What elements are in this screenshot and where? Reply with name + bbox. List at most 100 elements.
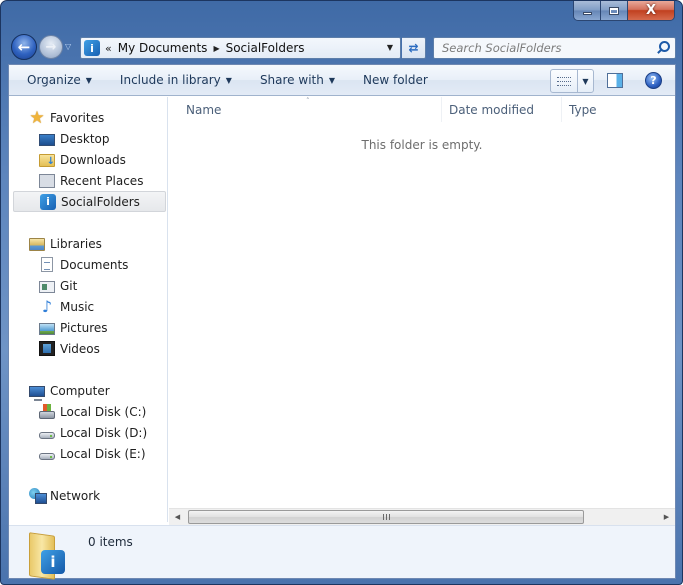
- minimize-button[interactable]: [574, 1, 601, 20]
- nav-item-pictures[interactable]: Pictures: [9, 317, 108, 338]
- downloads-icon: ↓: [39, 154, 55, 167]
- scroll-left-icon: ◀: [174, 513, 181, 521]
- file-list[interactable]: Name ˄ Date modified Type This folder is…: [169, 97, 675, 522]
- nav-network[interactable]: Network: [9, 485, 100, 506]
- maximize-icon: [609, 6, 619, 15]
- chevron-down-icon: ▼: [225, 75, 232, 85]
- column-type-label: Type: [569, 102, 597, 117]
- address-dropdown-button[interactable]: ▼: [384, 41, 396, 55]
- hard-disk-icon: [39, 432, 55, 439]
- breadcrumb-socialfolders[interactable]: SocialFolders: [226, 41, 305, 55]
- nav-label: Recent Places: [60, 173, 144, 188]
- nav-label: Favorites: [50, 110, 105, 125]
- nav-label: Local Disk (C:): [60, 404, 147, 419]
- nav-label: SocialFolders: [61, 194, 140, 209]
- item-count: 0 items: [88, 535, 133, 549]
- star-icon: ★: [29, 107, 45, 128]
- socialfolders-icon: i: [40, 193, 56, 210]
- new-folder-label: New folder: [363, 73, 428, 87]
- recent-pages-button[interactable]: ▽: [65, 42, 75, 52]
- forward-button[interactable]: →: [39, 35, 63, 59]
- minimize-icon: [582, 12, 592, 15]
- nav-item-desktop[interactable]: Desktop: [9, 128, 110, 149]
- hard-disk-icon: [39, 453, 55, 460]
- nav-libraries[interactable]: Libraries: [9, 233, 102, 254]
- git-library-icon: [39, 280, 55, 293]
- help-button[interactable]: ?: [645, 72, 662, 89]
- nav-label: Git: [60, 278, 78, 293]
- forward-arrow-icon: →: [45, 39, 57, 55]
- scroll-right-button[interactable]: ▶: [658, 509, 675, 525]
- column-date-label: Date modified: [449, 102, 535, 117]
- scrollbar-thumb[interactable]: [188, 510, 584, 524]
- sort-ascending-icon: ˄: [306, 97, 310, 105]
- chevron-down-icon: ▽: [65, 42, 72, 51]
- socialfolders-glyph: i: [50, 553, 56, 571]
- scroll-right-icon: ▶: [663, 513, 670, 521]
- search-icon[interactable]: [654, 39, 672, 57]
- include-in-library-button[interactable]: Include in library ▼: [112, 69, 240, 92]
- nav-label: Documents: [60, 257, 129, 272]
- column-header-name[interactable]: Name: [179, 97, 441, 122]
- include-in-library-label: Include in library: [119, 73, 221, 87]
- details-pane: i 0 items: [9, 525, 675, 580]
- nav-item-documents[interactable]: Documents: [9, 254, 128, 275]
- socialfolders-icon: i: [84, 40, 100, 56]
- nav-item-local-disk-d[interactable]: Local Disk (D:): [9, 422, 147, 443]
- documents-icon: [41, 257, 53, 272]
- nav-label: Network: [50, 488, 101, 503]
- maximize-button[interactable]: [601, 1, 628, 20]
- nav-item-recent-places[interactable]: Recent Places: [9, 170, 143, 191]
- desktop-icon: [39, 133, 55, 146]
- nav-item-local-disk-c[interactable]: Local Disk (C:): [9, 401, 146, 422]
- nav-favorites[interactable]: ★ Favorites: [9, 107, 104, 128]
- nav-label: Desktop: [60, 131, 110, 146]
- address-overflow-button[interactable]: «: [105, 42, 112, 55]
- nav-item-videos[interactable]: Videos: [9, 338, 100, 359]
- back-button[interactable]: ←: [11, 34, 37, 60]
- nav-item-git[interactable]: Git: [9, 275, 77, 296]
- column-header-date-modified[interactable]: Date modified: [441, 97, 561, 122]
- column-header-type[interactable]: Type: [561, 97, 677, 122]
- share-with-label: Share with: [259, 73, 324, 87]
- videos-icon: [39, 341, 55, 356]
- computer-icon: [29, 385, 45, 401]
- change-view-button[interactable]: [551, 70, 577, 92]
- caption-buttons: X: [573, 1, 675, 21]
- nav-label: Videos: [60, 341, 100, 356]
- back-arrow-icon: ←: [17, 38, 31, 56]
- preview-pane-button[interactable]: [607, 73, 623, 88]
- nav-item-music[interactable]: ♪ Music: [9, 296, 94, 317]
- chevron-down-icon: ▼: [328, 75, 335, 85]
- nav-item-socialfolders[interactable]: i SocialFolders: [13, 191, 166, 212]
- address-bar[interactable]: i « My Documents ▶ SocialFolders ▼: [80, 37, 401, 59]
- horizontal-scrollbar[interactable]: ◀ ▶: [169, 508, 675, 525]
- system-disk-icon: [39, 404, 55, 419]
- nav-computer[interactable]: Computer: [9, 380, 110, 401]
- recent-places-icon: [39, 173, 55, 188]
- view-dropdown-button[interactable]: ▼: [577, 70, 593, 92]
- breadcrumb-separator-icon[interactable]: ▶: [213, 44, 219, 53]
- socialfolders-glyph: i: [90, 41, 94, 55]
- help-icon: ?: [650, 74, 657, 87]
- close-button[interactable]: X: [628, 1, 674, 20]
- nav-item-downloads[interactable]: ↓ Downloads: [9, 149, 126, 170]
- share-with-button[interactable]: Share with ▼: [252, 69, 343, 92]
- refresh-icon: ⇄: [408, 41, 419, 55]
- nav-label: Music: [60, 299, 95, 314]
- nav-label: Libraries: [50, 236, 102, 251]
- view-options: ▼: [550, 69, 594, 93]
- details-view-icon: [557, 76, 571, 87]
- organize-button[interactable]: Organize ▼: [19, 69, 100, 92]
- column-name-label: Name: [186, 102, 222, 117]
- search-input[interactable]: [434, 39, 654, 57]
- breadcrumb-my-documents[interactable]: My Documents: [118, 41, 208, 55]
- column-headers: Name ˄ Date modified Type: [169, 97, 675, 122]
- refresh-button[interactable]: ⇄: [402, 37, 426, 59]
- new-folder-button[interactable]: New folder: [355, 69, 436, 92]
- scroll-left-button[interactable]: ◀: [169, 509, 186, 525]
- grip-icon: [382, 514, 390, 520]
- search-box: [433, 37, 676, 59]
- nav-item-local-disk-e[interactable]: Local Disk (E:): [9, 443, 146, 464]
- chevron-down-icon: ▼: [85, 75, 92, 85]
